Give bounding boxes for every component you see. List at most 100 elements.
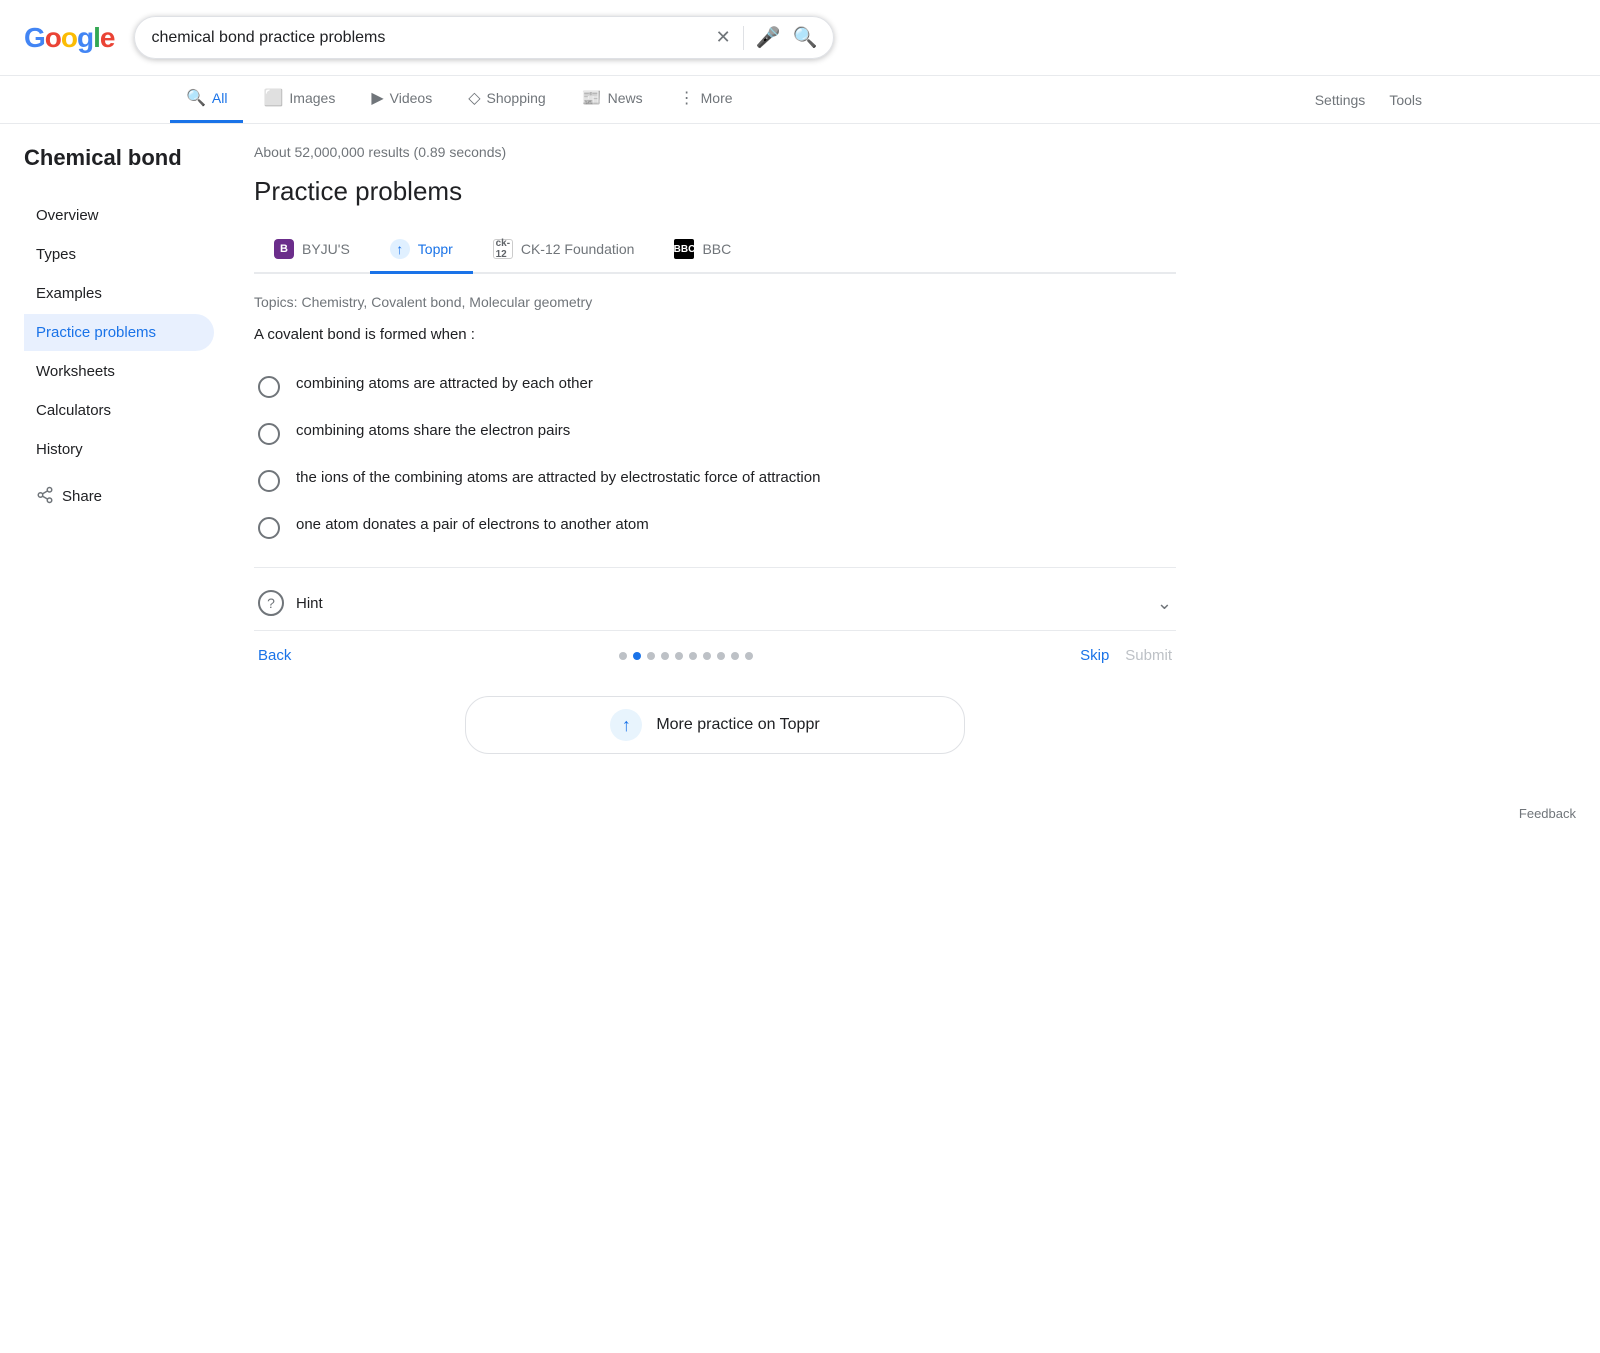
tab-images-label: Images [289,90,335,106]
more-tab-icon: ⋮ [679,88,695,108]
tab-videos-label: Videos [390,90,433,106]
clear-icon[interactable]: ✕ [716,27,731,48]
source-tab-ck12[interactable]: ck-12 CK-12 Foundation [473,227,655,274]
sidebar-item-worksheets[interactable]: Worksheets [24,353,214,390]
share-icon [36,486,54,508]
results-count: About 52,000,000 results (0.89 seconds) [254,144,1176,160]
radio-option-4[interactable] [258,517,280,539]
settings-link[interactable]: Settings [1307,80,1374,120]
tab-more[interactable]: ⋮ More [663,76,749,123]
section-title: Practice problems [254,176,1176,207]
source-tab-toppr[interactable]: ↑ Toppr [370,227,473,274]
news-tab-icon: 📰 [582,88,602,108]
search-tab-icon: 🔍 [186,88,206,108]
sidebar-item-types[interactable]: Types [24,236,214,273]
more-practice-label: More practice on Toppr [656,716,819,734]
option-2-text: combining atoms share the electron pairs [296,422,570,439]
sidebar-item-calculators[interactable]: Calculators [24,392,214,429]
nav-tabs: 🔍 All ⬜ Images ▶ Videos ◇ Shopping 📰 New… [0,76,1600,124]
sidebar-item-examples[interactable]: Examples [24,275,214,312]
mic-icon[interactable]: 🎤 [756,25,781,50]
answer-options: combining atoms are attracted by each ot… [254,363,1176,551]
radio-option-2[interactable] [258,423,280,445]
shopping-tab-icon: ◇ [468,88,480,108]
sidebar-share[interactable]: Share [24,476,214,518]
ck12-logo: ck-12 [493,239,513,259]
nav-actions: Skip Submit [1080,647,1172,664]
dot-7 [717,652,725,660]
option-3-text: the ions of the combining atoms are attr… [296,469,820,486]
sidebar-title: Chemical bond [24,144,214,173]
sidebar-item-practice[interactable]: Practice problems [24,314,214,351]
source-tab-bbc-label: BBC [702,241,731,257]
sidebar: Chemical bond Overview Types Examples Pr… [24,144,244,770]
radio-option-3[interactable] [258,470,280,492]
search-submit-icon[interactable]: 🔍 [793,25,818,50]
tab-news[interactable]: 📰 News [566,76,659,123]
sidebar-nav: Overview Types Examples Practice problem… [24,197,214,468]
divider-hint [254,567,1176,568]
option-1-text: combining atoms are attracted by each ot… [296,375,593,392]
content: About 52,000,000 results (0.89 seconds) … [244,144,1176,770]
tab-all-label: All [212,90,228,106]
tab-news-label: News [608,90,643,106]
hint-question-icon: ? [258,590,284,616]
sidebar-item-history[interactable]: History [24,431,214,468]
videos-tab-icon: ▶ [371,88,383,108]
search-bar-icons: ✕ 🎤 🔍 [716,25,818,50]
answer-option-1[interactable]: combining atoms are attracted by each ot… [254,363,1176,410]
hint-row[interactable]: ? Hint ⌄ [254,576,1176,630]
byju-logo: B [274,239,294,259]
answer-option-3[interactable]: the ions of the combining atoms are attr… [254,457,1176,504]
dot-2 [647,652,655,660]
tab-images[interactable]: ⬜ Images [247,76,351,123]
tab-shopping-label: Shopping [487,90,546,106]
source-tab-byjus-label: BYJU'S [302,241,350,257]
radio-option-1[interactable] [258,376,280,398]
search-input[interactable] [151,29,707,47]
question-text: A covalent bond is formed when : [254,326,1176,343]
hint-chevron-icon: ⌄ [1157,593,1172,614]
nav-row: Back Skip Submit [254,630,1176,680]
option-4-text: one atom donates a pair of electrons to … [296,516,649,533]
submit-button: Submit [1125,647,1172,664]
answer-option-4[interactable]: one atom donates a pair of electrons to … [254,504,1176,551]
skip-button[interactable]: Skip [1080,647,1109,664]
toppr-circle-icon: ↑ [610,709,642,741]
more-practice-row: ↑ More practice on Toppr [254,680,1176,770]
bbc-logo: BBC [674,239,694,259]
google-logo: Google [24,22,114,54]
dot-8 [731,652,739,660]
feedback-link[interactable]: Feedback [1519,806,1576,821]
source-tabs: B BYJU'S ↑ Toppr ck-12 CK-12 Foundation … [254,227,1176,274]
dot-3 [661,652,669,660]
answer-option-2[interactable]: combining atoms share the electron pairs [254,410,1176,457]
dot-6 [703,652,711,660]
dot-1 [633,652,641,660]
images-tab-icon: ⬜ [263,88,283,108]
more-practice-button[interactable]: ↑ More practice on Toppr [465,696,965,754]
source-tab-ck12-label: CK-12 Foundation [521,241,635,257]
dot-9 [745,652,753,660]
back-button[interactable]: Back [258,647,291,664]
toppr-logo: ↑ [390,239,410,259]
source-tab-byjus[interactable]: B BYJU'S [254,227,370,274]
dot-0 [619,652,627,660]
tools-link[interactable]: Tools [1381,80,1430,120]
tab-all[interactable]: 🔍 All [170,76,243,123]
sidebar-item-overview[interactable]: Overview [24,197,214,234]
feedback-row: Feedback [0,790,1600,829]
settings-tools: Settings Tools [1307,80,1430,120]
dot-4 [675,652,683,660]
tab-shopping[interactable]: ◇ Shopping [452,76,561,123]
topics: Topics: Chemistry, Covalent bond, Molecu… [254,294,1176,310]
source-tab-toppr-label: Toppr [418,241,453,257]
divider [743,26,744,50]
pagination-dots [619,652,753,660]
source-tab-bbc[interactable]: BBC BBC [654,227,751,274]
header: Google ✕ 🎤 🔍 [0,0,1600,76]
tab-more-label: More [701,90,733,106]
tab-videos[interactable]: ▶ Videos [355,76,448,123]
share-label: Share [62,488,102,505]
hint-label: Hint [296,595,1145,612]
